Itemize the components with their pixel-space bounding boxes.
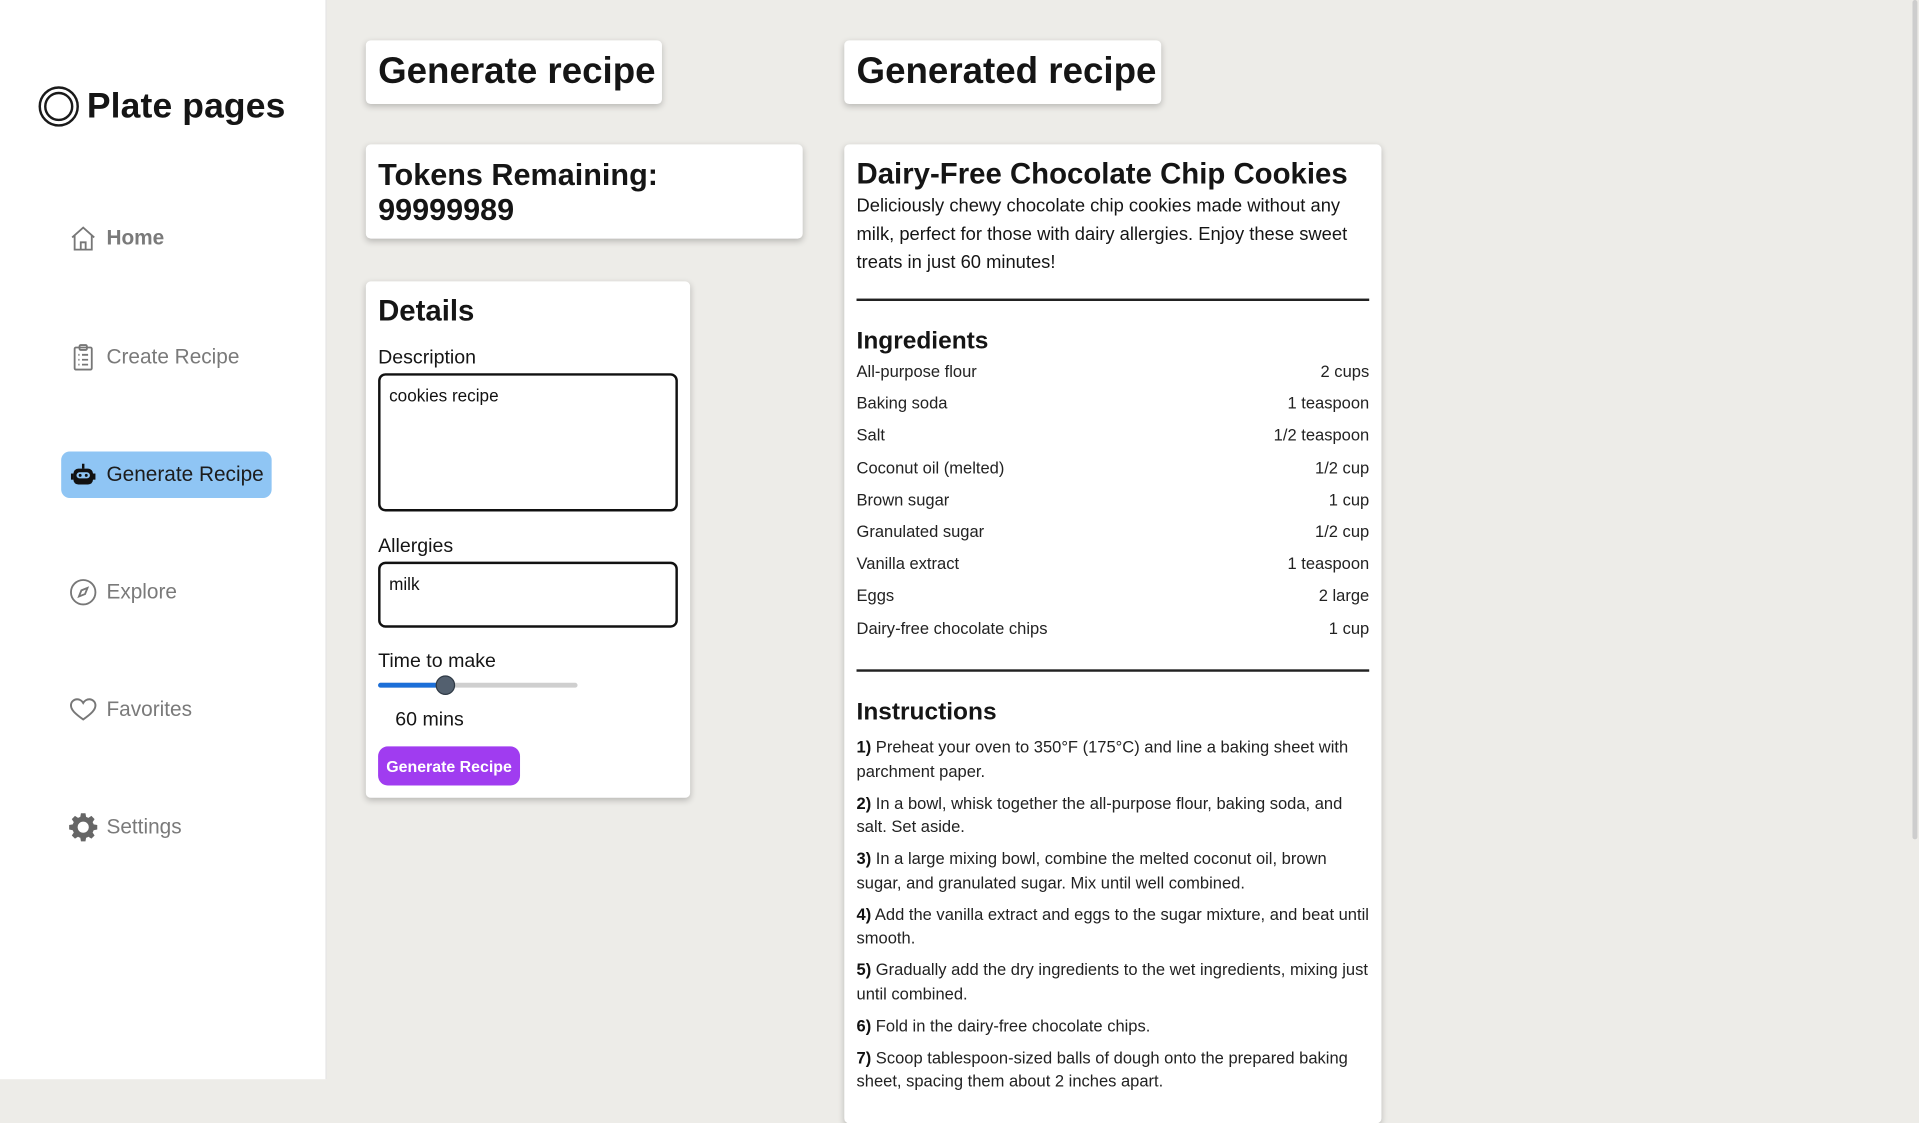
instruction-step: 2) In a bowl, whisk together the all-pur… — [857, 791, 1370, 839]
step-number: 6) — [856, 1016, 872, 1035]
step-text: Gradually add the dry ingredients to the… — [856, 960, 1368, 1003]
step-number: 7) — [856, 1048, 872, 1067]
ingredient-name: Vanilla extract — [856, 554, 960, 573]
ingredient-amount: 1/2 teaspoon — [1273, 426, 1370, 445]
divider — [856, 298, 1370, 302]
sidebar-item-label: Settings — [106, 814, 182, 839]
time-label: Time to make — [378, 650, 496, 672]
time-value: 60 mins — [395, 709, 464, 731]
ingredient-amount: 1/2 cup — [1315, 522, 1370, 541]
ingredient-name: Baking soda — [856, 394, 948, 413]
ingredient-row: Baking soda 1 teaspoon — [857, 394, 1370, 426]
tokens-remaining-value: 99999989 — [378, 193, 515, 228]
compass-icon — [67, 576, 99, 608]
instruction-step: 5) Gradually add the dry ingredients to … — [857, 958, 1370, 1006]
ingredient-row: Salt 1/2 teaspoon — [857, 426, 1370, 458]
allergies-field[interactable]: milk — [378, 561, 678, 628]
sidebar: Plate pages Home Create Recipe Generate … — [0, 0, 327, 1080]
step-number: 4) — [856, 904, 872, 924]
sidebar-item-label: Explore — [106, 579, 177, 604]
ingredient-name: Dairy-free chocolate chips — [856, 618, 1048, 637]
heart-icon — [67, 694, 99, 726]
description-label: Description — [378, 347, 477, 369]
sidebar-item-explore[interactable]: Explore — [61, 569, 184, 615]
ingredient-row: Eggs 2 large — [857, 586, 1370, 618]
ingredient-row: Granulated sugar 1/2 cup — [857, 522, 1370, 554]
ingredient-amount: 1 cup — [1328, 618, 1370, 637]
step-text: In a bowl, whisk together the all-purpos… — [856, 793, 1343, 836]
ingredients-list: All-purpose flour 2 cups Baking soda 1 teas… — [857, 362, 1370, 650]
ingredient-row: Coconut oil (melted) 1/2 cup — [857, 458, 1370, 490]
tokens-card: Tokens Remaining: 99999989 — [365, 144, 803, 239]
instructions-list: 1) Preheat your oven to 350°F (175°C) an… — [857, 735, 1370, 1101]
divider — [856, 669, 1370, 672]
ingredient-row: Vanilla extract 1 teaspoon — [857, 554, 1370, 586]
ingredient-name: Salt — [856, 426, 885, 445]
step-text: Scoop tablespoon-sized balls of dough on… — [856, 1048, 1348, 1091]
step-text: In a large mixing bowl, combine the melt… — [856, 849, 1327, 892]
ingredient-name: All-purpose flour — [856, 362, 977, 381]
gear-icon — [67, 811, 99, 843]
ingredient-row: All-purpose flour 2 cups — [857, 362, 1370, 394]
step-text: Add the vanilla extract and eggs to the … — [856, 904, 1369, 948]
page-title: Generate recipe — [378, 51, 656, 92]
time-slider-thumb[interactable] — [435, 675, 455, 696]
page-scrollbar[interactable] — [1912, 0, 1918, 840]
step-text: Fold in the dairy-free chocolate chips. — [871, 1016, 1151, 1035]
recipe-description: Deliciously chewy chocolate chip cookies… — [856, 195, 1348, 273]
sidebar-item-label: Create Recipe — [106, 345, 240, 369]
generated-recipe-heading: Generated recipe — [856, 51, 1157, 92]
sidebar-item-settings[interactable]: Settings — [61, 804, 189, 850]
details-heading: Details — [378, 294, 475, 328]
instruction-step: 4) Add the vanilla extract and eggs to t… — [857, 902, 1370, 950]
clipboard-icon — [67, 341, 99, 373]
brand[interactable]: Plate pages — [38, 86, 286, 128]
sidebar-item-create-recipe[interactable]: Create Recipe — [61, 334, 247, 380]
tokens-remaining-label: Tokens Remaining: — [378, 157, 658, 193]
sidebar-item-label: Favorites — [106, 697, 193, 721]
recipe-card: Dairy-Free Chocolate Chip Cookies Delici… — [844, 144, 1382, 1123]
ingredient-name: Coconut oil (melted) — [856, 458, 1005, 477]
ingredient-row: Dairy-free chocolate chips 1 cup — [857, 619, 1370, 651]
sidebar-item-home[interactable]: Home — [61, 215, 171, 261]
step-number: 2) — [856, 793, 872, 812]
robot-icon — [67, 459, 99, 491]
step-number: 3) — [856, 849, 872, 868]
instruction-step: 6) Fold in the dairy-free chocolate chip… — [857, 1014, 1370, 1038]
step-text: Preheat your oven to 350°F (175°C) and l… — [856, 737, 1349, 781]
instruction-step: 3) In a large mixing bowl, combine the m… — [857, 847, 1370, 895]
sidebar-item-generate-recipe[interactable]: Generate Recipe — [61, 451, 272, 499]
home-icon — [67, 223, 99, 255]
instruction-step: 7) Scoop tablespoon-sized balls of dough… — [857, 1046, 1370, 1094]
ingredient-name: Brown sugar — [856, 490, 950, 509]
sidebar-item-favorites[interactable]: Favorites — [61, 686, 199, 732]
generate-recipe-button[interactable]: Generate Recipe — [378, 746, 521, 786]
step-number: 5) — [856, 960, 872, 979]
ingredient-amount: 2 large — [1318, 586, 1370, 605]
ingredient-amount: 1/2 cup — [1315, 458, 1370, 477]
step-number: 1) — [856, 737, 872, 757]
sidebar-item-label: Generate Recipe — [106, 462, 264, 486]
recipe-title: Dairy-Free Chocolate Chip Cookies — [856, 157, 1348, 191]
time-slider-fill — [378, 682, 444, 688]
ingredient-name: Eggs — [856, 586, 895, 605]
ingredient-name: Granulated sugar — [856, 522, 985, 541]
ingredient-row: Brown sugar 1 cup — [857, 490, 1370, 522]
brand-name: Plate pages — [86, 86, 286, 126]
ingredients-heading: Ingredients — [856, 327, 989, 355]
generated-recipe-header: Generated recipe — [844, 40, 1162, 105]
ingredient-amount: 1 teaspoon — [1287, 394, 1370, 413]
instructions-heading: Instructions — [856, 698, 997, 726]
sidebar-item-label: Home — [106, 226, 165, 250]
details-card: Details Description cookies recipe Aller… — [365, 281, 691, 798]
description-field[interactable]: cookies recipe — [378, 373, 678, 512]
ingredient-amount: 1 teaspoon — [1287, 554, 1370, 573]
ingredient-amount: 2 cups — [1320, 362, 1370, 381]
ring-logo-icon — [38, 86, 80, 128]
generate-recipe-header: Generate recipe — [365, 40, 662, 105]
time-slider[interactable] — [378, 675, 578, 696]
ingredient-amount: 1 cup — [1328, 490, 1370, 509]
instruction-step: 1) Preheat your oven to 350°F (175°C) an… — [857, 735, 1370, 783]
allergies-label: Allergies — [378, 535, 454, 557]
